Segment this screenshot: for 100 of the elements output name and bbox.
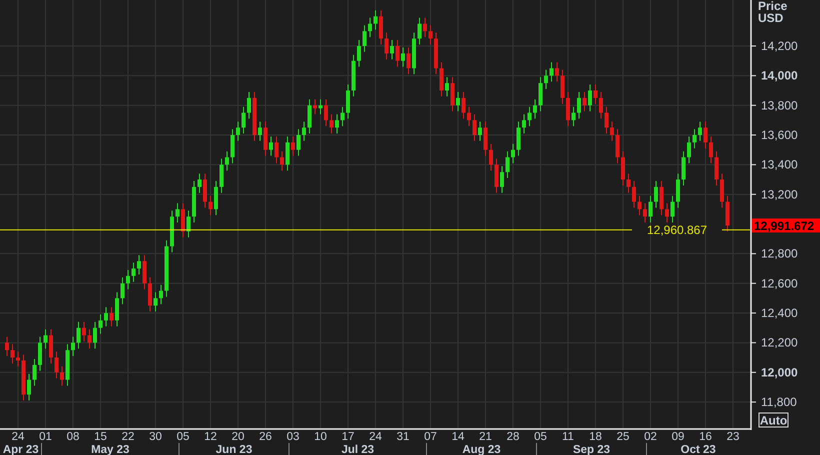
candle: [330, 114, 334, 134]
candle: [484, 121, 488, 156]
date-label: 08: [66, 431, 80, 443]
candle: [203, 173, 207, 208]
candle: [594, 84, 598, 104]
candle: [340, 106, 344, 127]
axis-label: 13,600: [761, 128, 798, 142]
axis-unit: USD: [758, 11, 784, 25]
candle: [286, 136, 290, 172]
candle: [181, 202, 185, 238]
candle: [632, 180, 636, 208]
candle: [670, 195, 674, 224]
date-label: 01: [39, 431, 52, 443]
line-value-label: 12,960.867: [646, 222, 708, 237]
auto-button[interactable]: Auto: [758, 412, 788, 428]
axis-label: 13,200: [761, 187, 798, 202]
candle: [296, 128, 300, 156]
axis-label: 12,400: [761, 306, 798, 320]
candle: [445, 76, 449, 97]
month-label: Jul 23: [341, 444, 374, 455]
candle: [76, 321, 80, 350]
candle: [176, 202, 180, 224]
date-label: 23: [726, 431, 740, 443]
candle: [478, 121, 482, 142]
price-tag: 12,991.672: [752, 218, 820, 233]
date-label: 31: [396, 431, 410, 443]
date-label: 15: [94, 431, 107, 443]
candle: [49, 328, 53, 364]
candle: [264, 121, 268, 156]
candle: [346, 84, 350, 120]
candle: [704, 121, 708, 149]
candle: [313, 98, 317, 115]
candle: [610, 121, 614, 142]
candle: [374, 10, 378, 30]
candle: [115, 292, 119, 327]
date-label: 10: [314, 431, 327, 443]
candle: [22, 354, 26, 402]
candle: [528, 106, 532, 127]
candle: [577, 91, 581, 120]
candle: [665, 202, 669, 224]
candle: [198, 173, 202, 194]
candle: [654, 180, 658, 208]
candle: [247, 91, 251, 120]
axis-label: 11,800: [761, 395, 797, 410]
date-label: 07: [424, 431, 437, 443]
candle: [66, 344, 70, 386]
candle: [132, 262, 136, 282]
axis-label: 14,200: [761, 39, 798, 53]
candle: [104, 306, 108, 327]
date-label: 20: [232, 431, 244, 443]
candle: [368, 17, 372, 38]
candle: [384, 32, 388, 60]
candle: [230, 128, 234, 164]
candle: [390, 40, 394, 60]
candle: [120, 276, 124, 305]
candle: [154, 292, 158, 312]
candle: [159, 284, 163, 305]
candle: [379, 10, 383, 45]
candle: [93, 321, 97, 350]
candle: [54, 351, 58, 379]
axis-label: 12,800: [761, 246, 798, 261]
candle: [648, 195, 652, 224]
date-label: 24: [12, 431, 24, 443]
candle: [406, 46, 410, 75]
candle: [660, 180, 664, 216]
candle: [192, 180, 196, 224]
date-label: 05: [176, 431, 190, 443]
candle: [148, 276, 152, 312]
axis-label: 13,400: [761, 158, 798, 172]
candle: [572, 106, 576, 127]
candle: [599, 91, 603, 120]
candle: [324, 98, 328, 127]
candle: [280, 150, 284, 172]
date-label: 24: [369, 431, 382, 443]
candle: [236, 121, 240, 142]
candle: [560, 69, 564, 104]
candle: [27, 373, 31, 402]
candle: [638, 195, 642, 216]
candle: [208, 195, 212, 216]
candle: [220, 158, 224, 194]
candle: [516, 121, 520, 156]
candle: [82, 321, 86, 342]
candle: [401, 46, 405, 68]
candle: [242, 106, 246, 134]
candle: [352, 54, 356, 97]
candle: [5, 336, 9, 357]
candle: [434, 32, 438, 75]
candle: [423, 17, 427, 38]
candle: [450, 76, 454, 112]
date-label: 05: [534, 431, 547, 443]
date-label: 03: [286, 431, 300, 443]
candle: [412, 32, 416, 75]
candle: [588, 84, 592, 112]
date-label: 25: [616, 431, 630, 443]
candle: [643, 202, 647, 224]
candle: [440, 62, 444, 97]
axis-label: 12,200: [761, 336, 798, 350]
date-label: 02: [644, 431, 657, 443]
candle: [522, 114, 526, 134]
candle: [456, 91, 460, 112]
